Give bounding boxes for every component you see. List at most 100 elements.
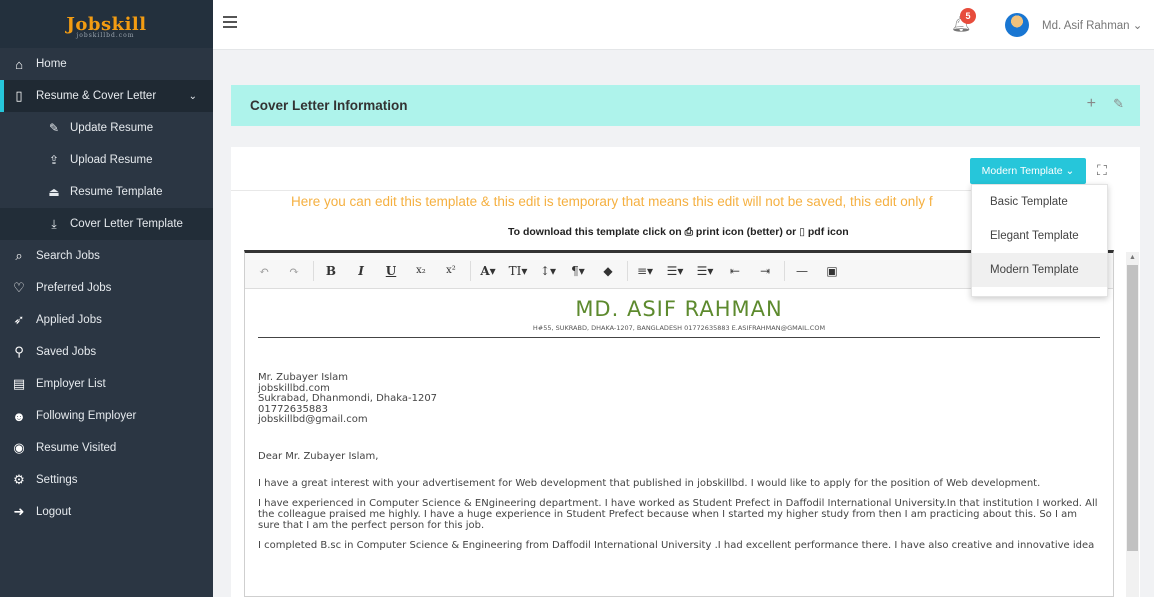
user-menu[interactable]: Md. Asif Rahman ⌄: [1042, 18, 1142, 32]
sidebar-item-following-employer[interactable]: ☻ Following Employer: [0, 400, 213, 432]
sidebar-item-label: Employer List: [36, 378, 106, 390]
panel-title: Cover Letter Information: [250, 98, 408, 113]
bold-icon[interactable]: B: [320, 260, 342, 282]
sidebar-item-label: Logout: [36, 506, 72, 518]
sidebar-item-label: Applied Jobs: [36, 314, 102, 326]
edit-notice: Here you can edit this template & this e…: [291, 194, 933, 209]
sidebar-subitem-label: Resume Template: [70, 186, 163, 198]
sidebar-item-home[interactable]: ⌂ Home: [0, 48, 213, 80]
sidebar-item-employer-list[interactable]: ▤ Employer List: [0, 368, 213, 400]
scrollbar[interactable]: ▲: [1126, 252, 1139, 597]
sidebar-item-label: Preferred Jobs: [36, 282, 112, 294]
redo-icon[interactable]: ↷: [283, 260, 305, 282]
sidebar: Jobskill jobskillbd.com ⌂ Home ▯ Resume &…: [0, 0, 213, 597]
paragraph-icon[interactable]: ¶▾: [567, 260, 589, 282]
recipient-block: Mr. Zubayer Islam jobskillbd.com Sukraba…: [258, 372, 1100, 426]
italic-icon[interactable]: I: [350, 260, 372, 282]
template-option-elegant[interactable]: Elegant Template: [972, 219, 1107, 253]
paragraph: I completed B.sc in Computer Science & E…: [258, 539, 1095, 551]
sidebar-subitem-resume-template[interactable]: ⏏ Resume Template: [0, 176, 213, 208]
divider: [231, 190, 971, 191]
indent-icon[interactable]: ⇥: [754, 260, 776, 282]
sidebar-subitem-label: Upload Resume: [70, 154, 153, 166]
sidebar-item-label: Settings: [36, 474, 78, 486]
sidebar-item-saved-jobs[interactable]: ⚲ Saved Jobs: [0, 336, 213, 368]
undo-icon[interactable]: ↶: [253, 260, 275, 282]
sidebar-item-label: Resume Visited: [36, 442, 117, 454]
sidebar-item-preferred-jobs[interactable]: ♡ Preferred Jobs: [0, 272, 213, 304]
sidebar-subitem-update-resume[interactable]: ✎ Update Resume: [0, 112, 213, 144]
font-color-icon[interactable]: A▾: [477, 260, 499, 282]
applicant-contact: H#55, SUKRABD, DHAKA-1207, BANGLADESH 01…: [532, 324, 826, 332]
recipient-line: Mr. Zubayer Islam: [258, 372, 349, 383]
sidebar-item-label: Search Jobs: [36, 250, 100, 262]
sidebar-item-search-jobs[interactable]: ⌕ Search Jobs: [0, 240, 213, 272]
eye-icon: ◉: [13, 440, 25, 455]
sidebar-subitem-cover-letter-template[interactable]: ⤓ Cover Letter Template: [0, 208, 213, 240]
list-icon: ▤: [12, 376, 26, 391]
menu-toggle-icon[interactable]: [223, 16, 237, 28]
sidebar-item-resume-visited[interactable]: ◉ Resume Visited: [0, 432, 213, 464]
sidebar-item-logout[interactable]: ➜ Logout: [0, 496, 213, 528]
heart-icon: ♡: [13, 280, 25, 295]
highlight-icon[interactable]: ◆: [597, 260, 619, 282]
font-size-icon[interactable]: TI▾: [507, 260, 529, 282]
sidebar-item-label: Following Employer: [36, 410, 137, 422]
sidebar-subitem-upload-resume[interactable]: ⇪ Upload Resume: [0, 144, 213, 176]
image-icon[interactable]: ▣: [821, 260, 843, 282]
upload-icon: ⇪: [48, 153, 60, 167]
paragraph: I have experienced in Computer Science &…: [258, 497, 1098, 531]
sidebar-item-label: Saved Jobs: [36, 346, 97, 358]
paragraph: I have a great interest with your advert…: [258, 477, 1041, 489]
avatar[interactable]: [1005, 13, 1029, 37]
download-hint-print: print icon (better) or: [695, 226, 797, 238]
template-option-basic[interactable]: Basic Template: [972, 185, 1107, 219]
sidebar-item-applied-jobs[interactable]: ➶ Applied Jobs: [0, 304, 213, 336]
sidebar-item-settings[interactable]: ⚙ Settings: [0, 464, 213, 496]
template-option-modern[interactable]: Modern Template: [972, 253, 1107, 287]
add-icon[interactable]: +: [1087, 95, 1096, 113]
user-name: Md. Asif Rahman: [1042, 20, 1130, 32]
search-icon: ⌕: [15, 248, 23, 263]
notification-badge: 5: [960, 8, 976, 24]
horizontal-rule-icon[interactable]: —: [791, 260, 813, 282]
outdent-icon[interactable]: ⇤: [724, 260, 746, 282]
applicant-name: MD. ASIF RAHMAN: [575, 297, 783, 321]
logo[interactable]: Jobskill jobskillbd.com: [0, 0, 213, 48]
edit-icon: ✎: [48, 121, 60, 135]
template-select-button[interactable]: Modern Template ⌄: [970, 158, 1086, 184]
edit-icon[interactable]: ✎: [1113, 96, 1124, 112]
sidebar-item-label: Resume & Cover Letter: [36, 90, 157, 102]
chevron-down-icon: ⌄: [1132, 20, 1143, 32]
eject-icon: ⏏: [48, 185, 60, 199]
ordered-list-icon[interactable]: ☰▾: [664, 260, 686, 282]
rich-text-editor[interactable]: ↶ ↷ B I U x₂ x² A▾ TI▾ ↕▾ ¶▾ ◆ ≡▾ ☰▾ ☰▾ …: [244, 250, 1114, 597]
scrollbar-thumb[interactable]: [1127, 265, 1138, 551]
unordered-list-icon[interactable]: ☰▾: [694, 260, 716, 282]
scroll-up-icon[interactable]: ▲: [1129, 254, 1136, 261]
sidebar-item-resume-cover-letter[interactable]: ▯ Resume & Cover Letter ⌄: [0, 80, 213, 112]
chevron-down-icon: ⌄: [1065, 165, 1075, 177]
top-bar: 🔔︎ 5 Md. Asif Rahman ⌄: [213, 0, 1154, 50]
logo-subtext: jobskillbd.com: [76, 31, 135, 39]
print-icon: ⎙: [684, 226, 693, 238]
subscript-icon[interactable]: x₂: [410, 260, 432, 282]
sidebar-subitem-label: Update Resume: [70, 122, 154, 134]
sidebar-item-label: Home: [36, 58, 67, 70]
users-icon: ☻: [12, 408, 26, 424]
align-icon[interactable]: ≡▾: [634, 260, 656, 282]
header-rule: [258, 337, 1100, 338]
superscript-icon[interactable]: x²: [440, 260, 462, 282]
send-icon: ➶: [13, 312, 25, 327]
template-dropdown: Basic Template Elegant Template Modern T…: [971, 184, 1108, 297]
chevron-down-icon: ⌄: [188, 90, 197, 102]
underline-icon[interactable]: U: [380, 260, 402, 282]
fullscreen-icon[interactable]: ⛶: [1097, 162, 1107, 179]
home-icon: ⌂: [15, 56, 23, 72]
document-body[interactable]: MD. ASIF RAHMAN H#55, SUKRABD, DHAKA-120…: [245, 289, 1113, 559]
recipient-line: jobskillbd@gmail.com: [258, 414, 368, 425]
download-hint-pdf: pdf icon: [807, 226, 849, 238]
file-icon: ▯: [15, 88, 23, 103]
panel-header: Cover Letter Information + ✎: [231, 85, 1140, 126]
line-height-icon[interactable]: ↕▾: [537, 260, 559, 282]
